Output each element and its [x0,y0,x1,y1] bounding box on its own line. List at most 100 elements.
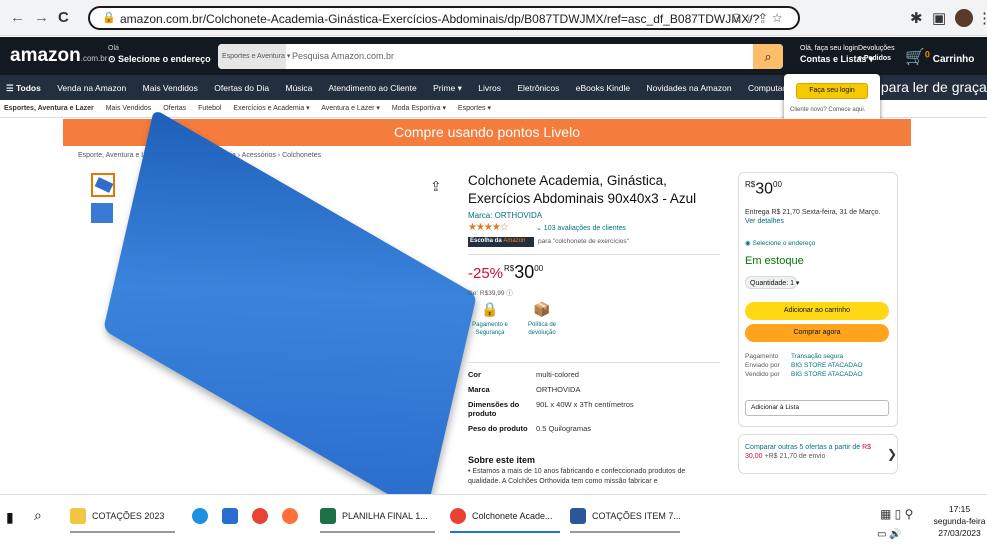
nav-item[interactable]: Música [285,83,312,93]
chevron-right-icon[interactable]: ❯ [887,447,897,461]
lock-icon[interactable]: 🔒 [102,11,116,24]
nav-item[interactable]: eBooks Kindle [576,83,630,93]
subnav-item[interactable]: Futebol [198,105,221,112]
kindle-promo-link[interactable]: s para ler de graça ❯ [870,79,987,96]
search-icon[interactable]: ⌕ [34,507,42,524]
back-icon[interactable]: ← [10,9,25,26]
ratings-link[interactable]: ⌄ 103 avaliações de clientes [536,224,626,232]
product-price: R$3000 [504,262,544,282]
thumbnail-2[interactable] [91,203,113,223]
chrome-icon[interactable] [252,508,268,524]
add-to-list-button[interactable]: Adicionar à Lista [745,400,889,416]
subnav-item[interactable]: Aventura e Lazer ▾ [321,105,380,112]
return-policy-feature[interactable]: 📦 Política de devolução [522,301,562,337]
store-icon[interactable] [222,508,238,524]
subnav-item[interactable]: Esportes, Aventura e Lazer [4,105,94,112]
thumbnail-1[interactable] [91,173,115,197]
choice-keyword[interactable]: para "colchonete de exercícios" [538,238,629,245]
compare-offers-link[interactable]: Comparar outras 5 ofertas a partir de R$… [745,443,880,461]
extensions-icon[interactable]: ✱ [910,9,923,27]
subnav-item[interactable]: Ofertas [163,105,186,112]
windows-taskbar: ▮ ⌕ COTAÇÕES 2023 PLANILHA FINAL 1... Co… [0,494,987,546]
forward-icon[interactable]: → [34,9,49,26]
search-category-dropdown[interactable]: Esportes e Aventura ▾ [218,44,290,69]
reload-icon[interactable]: C [58,9,69,26]
add-to-cart-button[interactable]: Adicionar ao carrinho [745,302,889,320]
buybox-price: R$3000 [745,180,782,198]
word-icon [570,508,586,524]
payment-security-feature[interactable]: 🔒 Pagamento e Segurança [470,301,510,337]
amazon-choice-badge: Escolha da Amazon [468,237,534,247]
search-input[interactable]: Pesquisa Amazon.com.br [292,51,394,61]
about-heading: Sobre este item [468,455,536,465]
search-icon[interactable]: ⌕ [753,44,783,69]
cart-icon: 🛒 [905,49,925,66]
shipper-link[interactable]: BIG STORE ATACADAO [791,361,863,370]
cart-button[interactable]: 🛒0 Carrinho [905,47,974,67]
nav-item[interactable]: Venda na Amazon [57,83,126,93]
orders-link[interactable]: Devoluções e Pedidos [858,44,895,64]
divider [468,362,720,363]
product-title: Colchonete Academia, Ginástica, Exercíci… [468,173,697,206]
url-text[interactable]: amazon.com.br/Colchonete-Academia-Ginást… [120,12,760,26]
list-price: De: R$39,99 ⓘ [468,290,513,297]
spec-table: Cor multi-colored Marca ORTHOVIDA Dimensõe… [468,370,718,439]
address-bar-icons[interactable]: G⌕⇪☆ [731,11,788,26]
spec-row: Marca ORTHOVIDA [468,385,581,394]
return-box-icon: 📦 [533,301,551,317]
brand-link[interactable]: Marca: ORTHOVIDA [468,211,542,220]
nav-item[interactable]: Atendimento ao Cliente [328,83,416,93]
location-pin-icon: ◉ [745,240,751,247]
discount-percent: -25% [468,265,504,282]
delivery-info: Entrega R$ 21,70 Sexta-feira, 31 de Març… [745,209,881,225]
system-clock[interactable]: 17:15 segunda-feira 27/03/2023 [932,503,987,539]
share-icon[interactable]: ⇪ [430,178,442,195]
location-selector[interactable]: Olá ⊙ Selecione o endereço [108,44,211,66]
lock-icon: 🔒 [481,301,499,317]
address-bar[interactable]: 🔒 amazon.com.br/Colchonete-Academia-Giná… [88,6,800,30]
start-icon[interactable]: ▮ [6,509,14,526]
edge-icon[interactable] [192,508,208,524]
quantity-select[interactable]: Quantidade: 1 ▾ [745,276,799,289]
spec-row: Dimensões do produto 90L x 40W x 3Th cent… [468,400,634,418]
sidepanel-icon[interactable]: ▣ [932,9,946,27]
seller-link[interactable]: BIG STORE ATACADAO [791,370,863,379]
tray-network-volume-icons[interactable]: ▭ 🔊 [877,529,902,540]
menu-icon[interactable]: ⋮ [977,9,987,27]
chrome-icon [450,508,466,524]
taskbar-chrome-window[interactable]: Colchonete Acade... [450,503,560,533]
buy-now-button[interactable]: Comprar agora [745,324,889,342]
profile-avatar[interactable] [955,9,973,27]
stock-status: Em estoque [745,255,804,267]
taskbar-folder[interactable]: COTAÇÕES 2023 [70,503,175,533]
nav-item-all[interactable]: ☰ Todos [6,83,41,93]
excel-icon [320,508,336,524]
nav-items: ☰ Todos Venda na Amazon Mais Vendidos Of… [6,83,818,94]
delivery-details-link[interactable]: Ver detalhes [745,218,784,225]
nav-item[interactable]: Mais Vendidos [143,83,198,93]
star-rating[interactable]: ★★★★☆ [468,222,509,233]
delivery-location-link[interactable]: ◉ Selecione o endereço [745,239,815,247]
subnav-item[interactable]: Exercícios e Academia ▾ [233,105,309,112]
new-customer-link[interactable]: Cliente novo? Comece aqui. [790,107,865,113]
taskbar-word[interactable]: COTAÇÕES ITEM 7... [570,503,681,533]
product-image[interactable] [103,108,477,517]
signin-button[interactable]: Faça seu login [796,83,868,99]
subnav-item[interactable]: Esportes ▾ [458,105,491,112]
amazon-logo[interactable]: amazon.com.br [10,45,107,67]
nav-item[interactable]: Prime ▾ [433,83,462,93]
nav-item[interactable]: Ofertas do Dia [214,83,269,93]
nav-item[interactable]: Eletrônicos [517,83,559,93]
spec-row: Cor multi-colored [468,370,579,379]
system-tray-icons[interactable]: ▦ ▯ ⚲ [880,507,913,521]
amazon-header: amazon.com.br Olá ⊙ Selecione o endereço… [0,37,987,75]
secure-transaction-link[interactable]: Transação segura [791,352,843,361]
nav-item[interactable]: Novidades na Amazon [647,83,732,93]
taskbar-excel[interactable]: PLANILHA FINAL 1... [320,503,435,533]
search-bar[interactable]: Esportes e Aventura ▾ Pesquisa Amazon.co… [218,44,783,69]
nav-item[interactable]: Livros [478,83,501,93]
subnav-item[interactable]: Moda Esportiva ▾ [392,105,446,112]
firefox-icon[interactable] [282,508,298,524]
subnav-item[interactable]: Mais Vendidos [106,105,152,112]
shipping-info: Pagamento Transação segura Enviado por BIG… [745,352,863,379]
